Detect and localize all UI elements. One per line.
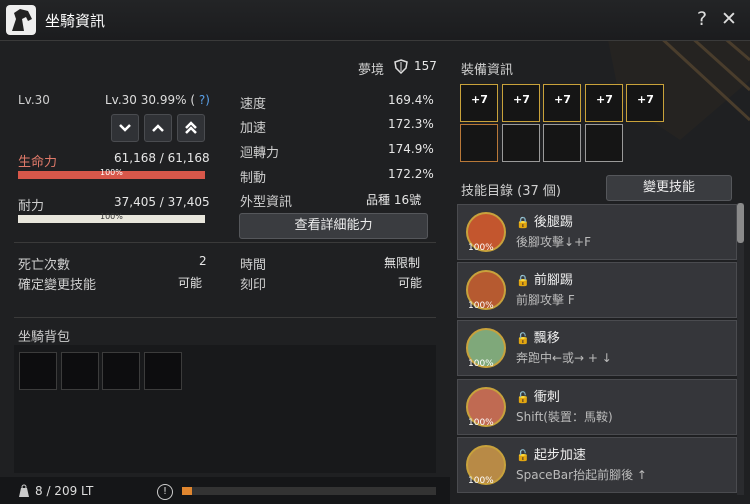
skill-item[interactable]: 100% 🔓 飄移 奔跑中←或→ + ↓ — [457, 320, 737, 376]
hp-bar: 100% — [18, 168, 205, 179]
skill-percent: 100% — [468, 359, 494, 369]
weight-bar-fill — [182, 487, 193, 495]
skill-percent: 100% — [468, 243, 494, 253]
stat-accel-value: 172.3% — [388, 117, 434, 131]
stat-speed-value: 169.4% — [388, 93, 434, 107]
skill-percent: 100% — [468, 301, 494, 311]
skill-command: SpaceBar抬起前腳後 ↑ — [516, 468, 647, 482]
skill-item[interactable]: 100% 🔓 衝刺 Shift(裝置：馬鞍) — [457, 379, 737, 435]
level-progress: Lv.30 30.99% ( ?) — [105, 93, 210, 107]
equipment-slot[interactable]: +7 — [585, 84, 623, 122]
appearance-label: 外型資訊 — [240, 195, 293, 210]
skill-command: 後腳攻擊↓+F — [516, 235, 592, 249]
equipment-slot[interactable] — [543, 124, 581, 162]
stamina-bar-percent: 100% — [100, 212, 123, 221]
inventory-slot[interactable] — [19, 352, 57, 390]
skill-item[interactable]: 100% 🔓 起步加速 SpaceBar抬起前腳後 ↑ — [457, 437, 737, 493]
horse-icon — [6, 5, 36, 35]
time-value: 無限制 — [384, 256, 421, 270]
appearance-value: 品種 16號 — [366, 193, 422, 207]
equipment-slot[interactable] — [585, 124, 623, 162]
unlock-icon: 🔓 — [516, 332, 530, 345]
divider — [14, 242, 436, 243]
unlock-icon: 🔓 — [516, 449, 530, 462]
equipment-slot[interactable]: +7 — [543, 84, 581, 122]
deaths-value: 2 — [199, 254, 207, 268]
skill-item[interactable]: 100% 🔒 前腳踢 前腳攻擊 F — [457, 262, 737, 318]
scrollbar-thumb[interactable] — [737, 203, 744, 243]
time-label: 時間 — [240, 258, 267, 273]
inventory-slot[interactable] — [61, 352, 99, 390]
divider — [14, 317, 436, 318]
skill-name: 🔒 後腿踢 — [516, 215, 573, 230]
chevron-down-icon — [119, 124, 131, 132]
hp-value: 61,168 / 61,168 — [114, 151, 210, 165]
skill-command: 前腳攻擊 F — [516, 293, 575, 307]
stat-turn-label: 迴轉力 — [240, 146, 280, 161]
weight-text: 8 / 209 LT — [35, 484, 94, 498]
equipment-slot[interactable] — [460, 124, 498, 162]
double-chevron-up-button[interactable] — [177, 114, 205, 142]
hp-bar-percent: 100% — [100, 168, 123, 177]
equipment-slot[interactable]: +7 — [460, 84, 498, 122]
weight-bar — [182, 487, 436, 495]
skill-command: 奔跑中←或→ + ↓ — [516, 351, 612, 365]
skill-change-label: 確定變更技能 — [18, 278, 97, 293]
inventory-title: 坐騎背包 — [18, 330, 71, 345]
double-chevron-up-icon — [185, 121, 197, 134]
equipment-title: 裝備資訊 — [461, 63, 514, 78]
equipment-slot[interactable] — [502, 124, 540, 162]
close-button[interactable]: ✕ — [721, 8, 737, 30]
skill-percent: 100% — [468, 418, 494, 428]
skill-item[interactable]: 100% 🔒 後腿踢 後腳攻擊↓+F — [457, 204, 737, 260]
stamina-label: 耐力 — [18, 199, 45, 214]
chevron-up-button[interactable] — [144, 114, 172, 142]
chevron-down-button[interactable] — [111, 114, 139, 142]
skill-name: 🔓 衝刺 — [516, 390, 560, 405]
skill-name: 🔓 飄移 — [516, 331, 560, 346]
imprint-value: 可能 — [398, 276, 423, 290]
stat-brake-label: 制動 — [240, 171, 267, 186]
skill-command: Shift(裝置：馬鞍) — [516, 410, 613, 424]
shield-icon — [394, 59, 408, 74]
stat-speed-label: 速度 — [240, 97, 267, 112]
realm-value: 157 — [414, 59, 437, 73]
equipment-slot[interactable]: +7 — [626, 84, 664, 122]
unlock-icon: 🔓 — [516, 391, 530, 404]
level-help-icon[interactable]: ?) — [199, 93, 210, 107]
skill-name: 🔒 前腳踢 — [516, 273, 573, 288]
info-icon[interactable]: ! — [157, 484, 173, 500]
skill-percent: 100% — [468, 476, 494, 486]
view-details-button[interactable]: 查看詳細能力 — [239, 213, 428, 239]
level-label: Lv.30 — [18, 93, 50, 107]
equipment-slot[interactable]: +7 — [502, 84, 540, 122]
stat-accel-label: 加速 — [240, 121, 267, 136]
skill-list-title: 技能目錄 (37 個) — [461, 184, 561, 199]
stat-turn-value: 174.9% — [388, 142, 434, 156]
title-bar: 坐騎資訊 — [0, 0, 750, 41]
help-button[interactable]: ? — [697, 8, 707, 30]
window-title: 坐騎資訊 — [45, 12, 106, 30]
inventory-slot[interactable] — [102, 352, 140, 390]
imprint-label: 刻印 — [240, 278, 267, 293]
skill-name: 🔓 起步加速 — [516, 448, 586, 463]
change-skill-button[interactable]: 變更技能 — [606, 175, 732, 201]
chevron-up-icon — [152, 124, 164, 132]
mount-info-window: 坐騎資訊 ? ✕ 夢境 157 Lv.30 Lv.30 30.99% ( ?) … — [0, 0, 750, 504]
weight-icon — [19, 484, 29, 497]
stamina-value: 37,405 / 37,405 — [114, 195, 210, 209]
lock-icon: 🔒 — [516, 216, 530, 229]
lock-icon: 🔒 — [516, 274, 530, 287]
stamina-bar: 100% — [18, 212, 205, 223]
inventory-slot[interactable] — [144, 352, 182, 390]
skill-scrollbar[interactable] — [737, 203, 744, 495]
hp-label: 生命力 — [18, 155, 58, 170]
deaths-label: 死亡次數 — [18, 258, 71, 273]
stat-brake-value: 172.2% — [388, 167, 434, 181]
skill-change-value: 可能 — [178, 276, 203, 290]
realm-label: 夢境 — [358, 63, 385, 78]
